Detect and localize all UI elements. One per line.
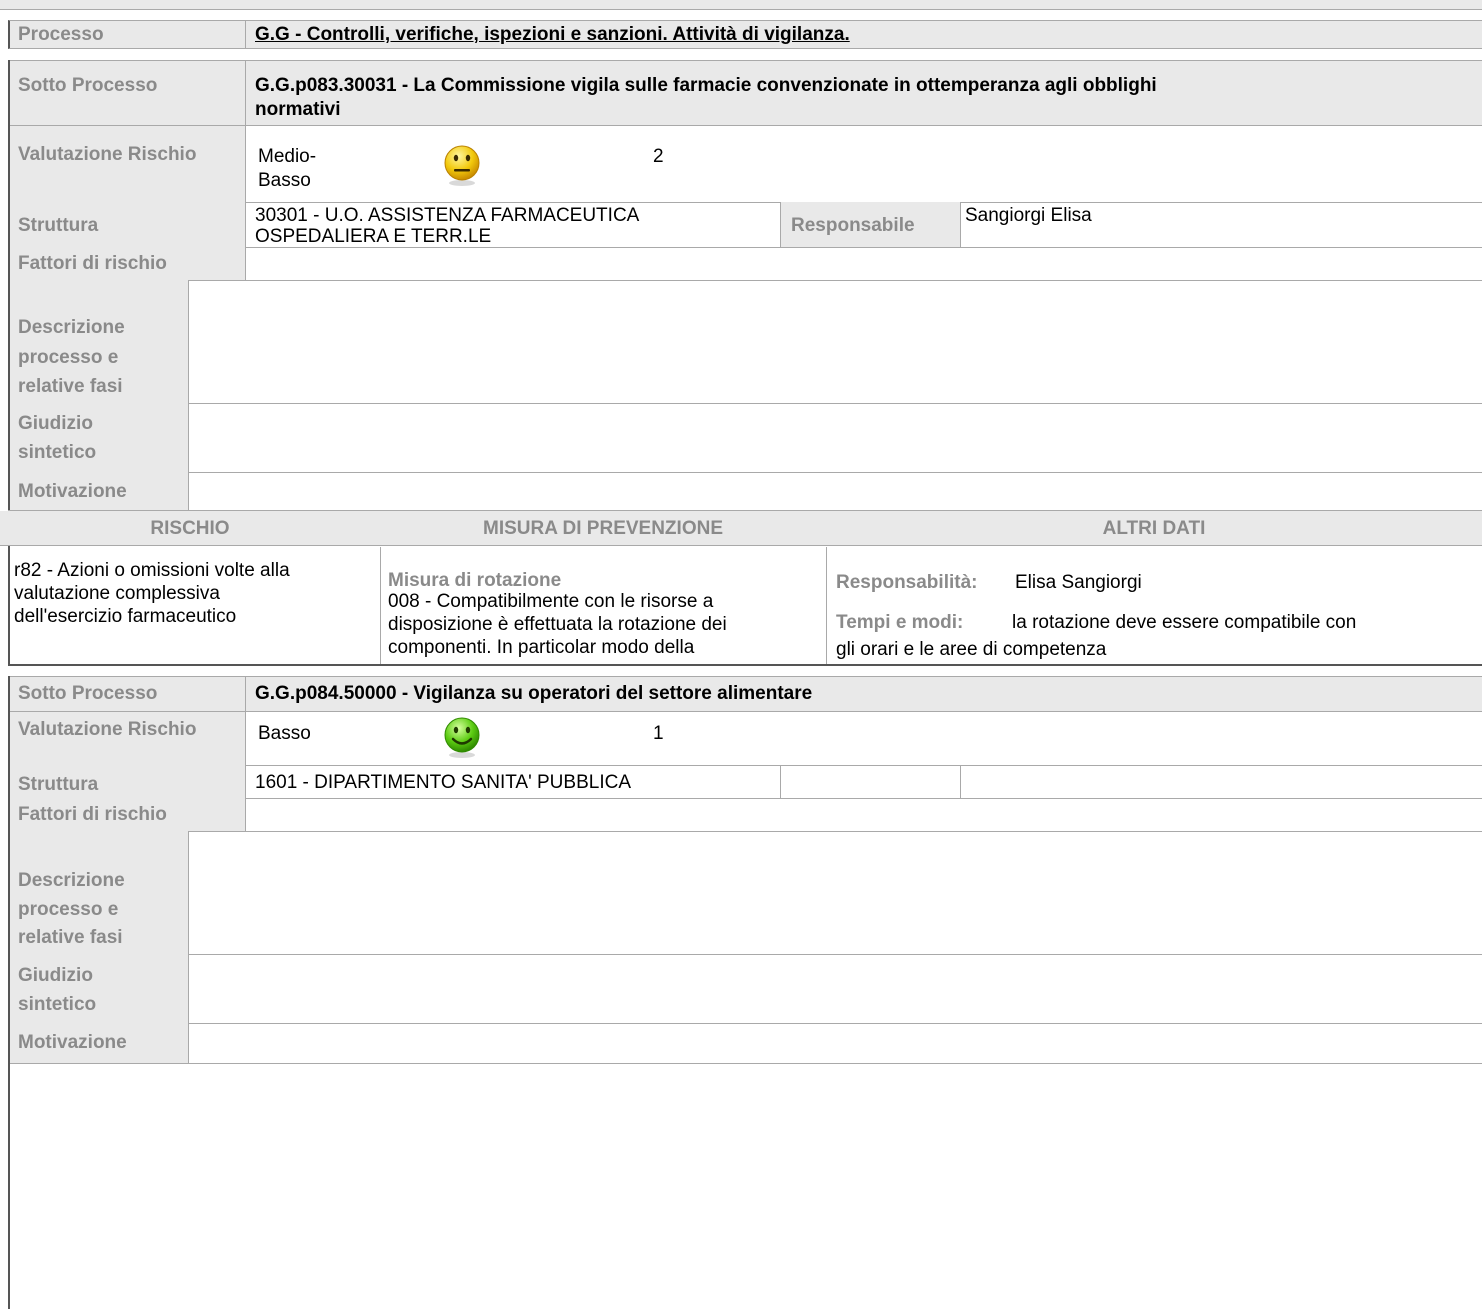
valutazione-2-score: 1 (653, 723, 664, 744)
col-rischio: RISCHIO (150, 518, 230, 539)
processo-link[interactable]: G.G - Controlli, verifiche, ispezioni e … (255, 23, 850, 47)
valutazione-level-2: Basso (258, 170, 311, 191)
giudizio-label: Giudizio (18, 413, 93, 434)
rischio-text: r82 - Azioni o omissioni volte alla (14, 560, 290, 581)
sotto-processo-title-2: normativi (255, 99, 341, 120)
misura-1-desc: 008 - Compatibilmente con le risorse a (388, 591, 714, 612)
top-header-strip (0, 0, 1482, 10)
neutral-face-icon (443, 143, 481, 187)
responsabile-label: Responsabile (791, 215, 915, 236)
col-misura: MISURA DI PREVENZIONE (483, 518, 723, 539)
descrizione-label-2: processo e (18, 347, 119, 368)
misura-1-desc-2: disposizione è effettuata la rotazione d… (388, 614, 727, 635)
sotto-processo-label: Sotto Processo (18, 75, 158, 96)
struttura-value-2: OSPEDALIERA E TERR.LE (255, 226, 492, 247)
valutazione-2-level: Basso (258, 723, 311, 744)
misura-1-tempi-2: gli orari e le aree di competenza (836, 639, 1107, 660)
processo-label: Processo (18, 24, 104, 45)
subprocess-1-bottom (8, 664, 1482, 666)
valutazione-rischio-label: Valutazione Rischio (18, 144, 197, 165)
misura-1-desc-3: componenti. In particolar modo della (388, 637, 695, 658)
sotto-processo-2-title: G.G.p084.50000 - Vigilanza su operatori … (255, 683, 813, 704)
sotto-processo-2-label: Sotto Processo (18, 683, 158, 704)
motivazione-label: Motivazione (18, 481, 127, 502)
rischio-text-2: valutazione complessiva (14, 583, 220, 604)
descrizione-2-label: Descrizione (18, 870, 125, 891)
misura-1-tempi: la rotazione deve essere compatibile con (1012, 612, 1357, 633)
col-altri-dati: ALTRI DATI (1102, 518, 1206, 539)
valutazione-rischio-2-label: Valutazione Rischio (18, 719, 197, 740)
responsabile-value: Sangiorgi Elisa (965, 205, 1092, 226)
tempi-label: Tempi e modi: (836, 612, 964, 633)
giudizio-2-label-2: sintetico (18, 994, 97, 1015)
valutazione-score: 2 (653, 146, 664, 167)
motivazione-2-label: Motivazione (18, 1032, 127, 1053)
misura-1-responsabilita: Elisa Sangiorgi (1015, 572, 1142, 593)
descrizione-2-label-3: relative fasi (18, 927, 123, 948)
sotto-processo-title: G.G.p083.30031 - La Commissione vigila s… (255, 75, 1157, 96)
descrizione-2-label-2: processo e (18, 899, 119, 920)
smiling-face-icon (443, 715, 481, 759)
descrizione-label: Descrizione (18, 317, 125, 338)
struttura-2-value: 1601 - DIPARTIMENTO SANITA' PUBBLICA (255, 772, 631, 793)
struttura-label: Struttura (18, 215, 99, 236)
giudizio-2-label: Giudizio (18, 965, 93, 986)
giudizio-label-2: sintetico (18, 442, 97, 463)
responsabilita-label: Responsabilità: (836, 572, 978, 593)
valutazione-level: Medio- (258, 146, 317, 167)
fattori-2-label: Fattori di rischio (18, 804, 167, 825)
descrizione-label-3: relative fasi (18, 376, 123, 397)
struttura-2-label: Struttura (18, 774, 99, 795)
fattori-label: Fattori di rischio (18, 253, 167, 274)
rischio-text-3: dell'esercizio farmaceutico (14, 606, 237, 627)
